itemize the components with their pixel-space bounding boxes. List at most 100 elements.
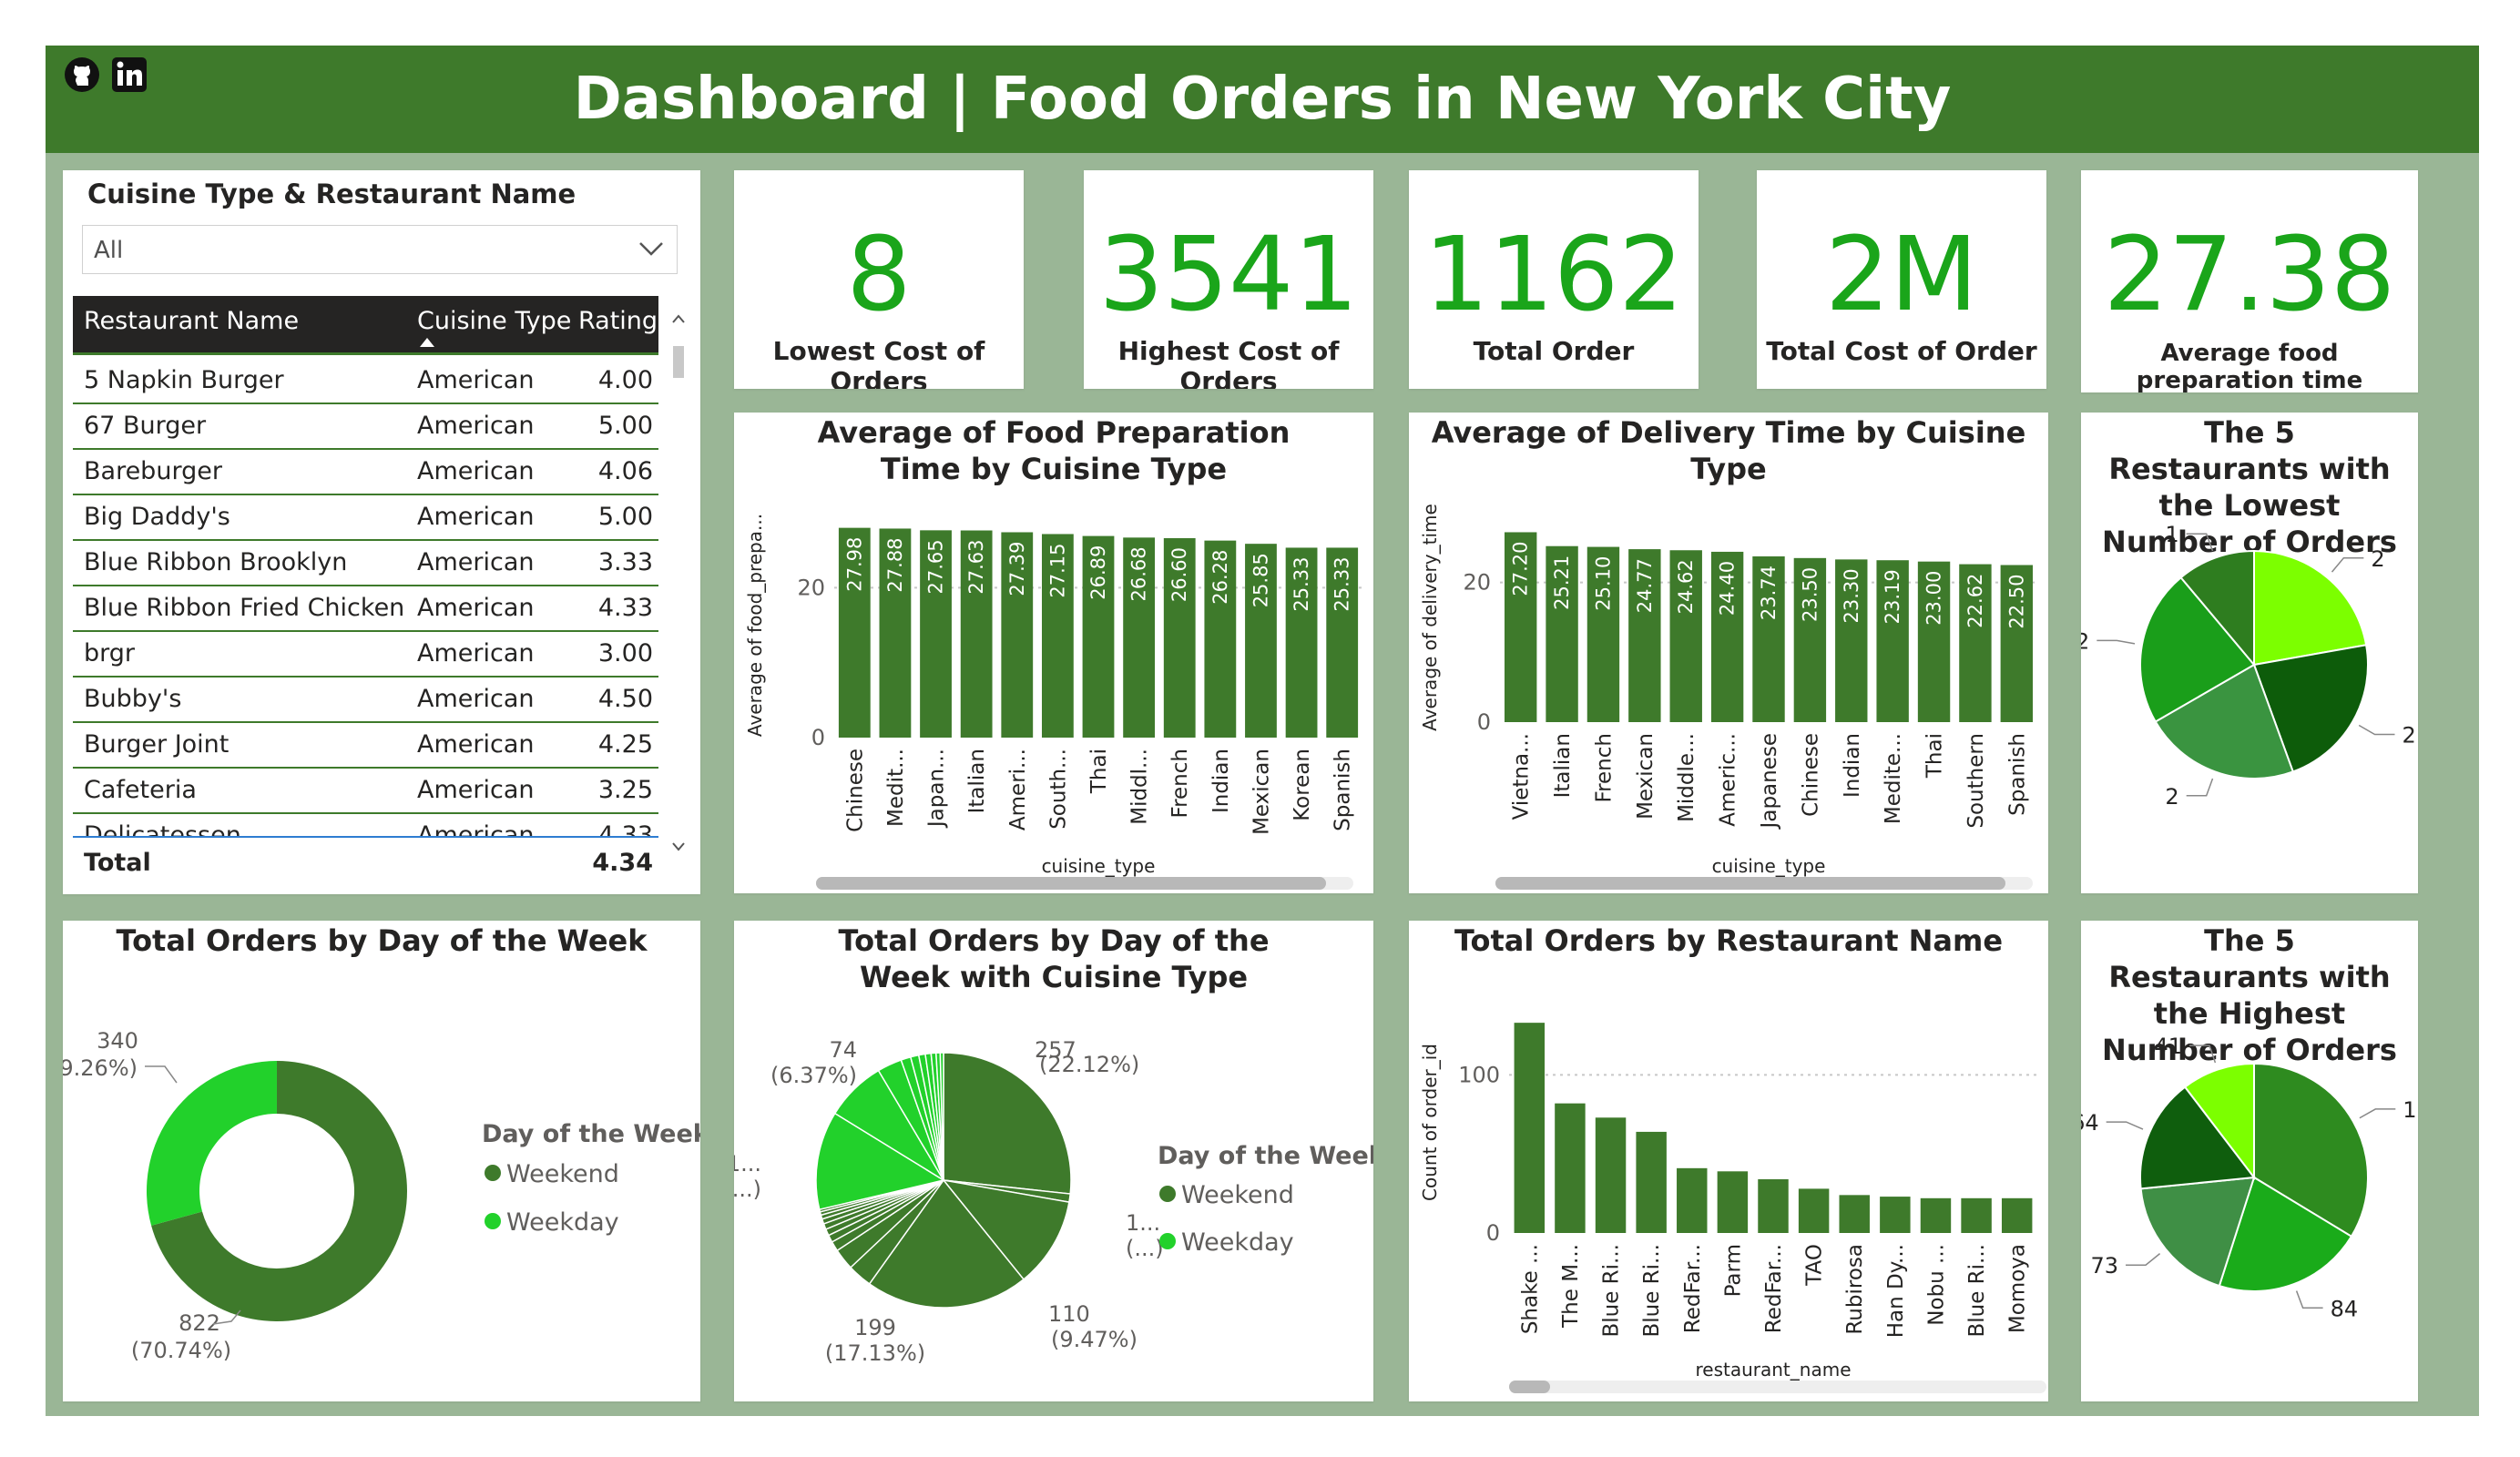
bar <box>1920 1197 1952 1233</box>
x-tick-label: Han Dy... <box>1884 1244 1908 1338</box>
scroll-thumb[interactable] <box>673 346 684 378</box>
bar-data-label: 24.40 <box>1717 561 1739 616</box>
chart-card-lowest-restaurants: The 5 Restaurants with the Lowest Number… <box>2081 413 2418 893</box>
cuisine-type-cell: American <box>417 457 535 485</box>
y-tick-label: 0 <box>1477 709 1491 735</box>
pie-data-label: 41 <box>2154 1034 2182 1059</box>
legend-item: Weekday <box>1181 1228 1294 1257</box>
x-tick-label: Americ... <box>1717 733 1740 827</box>
x-tick-label: Middle... <box>1675 733 1699 822</box>
bar-data-label: 27.88 <box>884 537 906 592</box>
donut-data-label: 822 <box>179 1310 220 1336</box>
bar-data-label: 27.15 <box>1046 543 1068 597</box>
donut-slice <box>146 1061 277 1226</box>
kpi-card-total-order: 1162 Total Order <box>1409 170 1699 389</box>
table-row[interactable]: Bareburger American 4.06 <box>73 448 658 495</box>
table-row[interactable]: brgr American 3.00 <box>73 630 658 678</box>
restaurant-name-cell: Bareburger <box>84 457 222 485</box>
kpi-value: 2M <box>1825 216 1978 334</box>
chart-card-prep-time: Average of Food Preparation Time by Cuis… <box>734 413 1373 893</box>
restaurant-name-cell: Big Daddy's <box>84 503 230 531</box>
bar-data-label: 25.21 <box>1551 555 1573 610</box>
restaurant-name-cell: 5 Napkin Burger <box>84 366 284 394</box>
x-tick-label: Chinese <box>1799 733 1822 817</box>
y-axis-label: Average of food_prepa... <box>744 514 766 737</box>
y-tick-label: 0 <box>1486 1220 1500 1246</box>
bar-data-label: 22.50 <box>2005 575 2027 629</box>
x-tick-label: Mexican <box>1250 749 1273 835</box>
table-row[interactable]: 67 Burger American 5.00 <box>73 402 658 450</box>
x-tick-label: Italian <box>965 749 989 813</box>
x-tick-label: Indian <box>1209 749 1233 813</box>
table-row[interactable]: Cafeteria American 3.25 <box>73 767 658 814</box>
leader-line <box>2359 1108 2396 1119</box>
y-tick-label: 100 <box>1458 1062 1500 1087</box>
table-row[interactable]: Bubby's American 4.50 <box>73 676 658 723</box>
restaurant-name-cell: 67 Burger <box>84 412 207 440</box>
x-tick-label: Medit... <box>884 749 908 827</box>
pie-data-pct: (22.12%) <box>1039 1052 1139 1077</box>
bar <box>1961 1197 1992 1233</box>
x-tick-label: Thai <box>1087 749 1111 794</box>
pie-data-label: 199 <box>854 1315 896 1340</box>
table-row[interactable]: Blue Ribbon Brooklyn American 3.33 <box>73 539 658 586</box>
chart-scrollbar-thumb[interactable] <box>1509 1381 1550 1393</box>
table-row[interactable]: Burger Joint American 4.25 <box>73 721 658 769</box>
bar-data-label: 25.85 <box>1250 553 1271 607</box>
table-row[interactable]: 5 Napkin Burger American 4.00 <box>73 357 658 404</box>
pie-data-label: 1 <box>2165 522 2178 547</box>
pie-data-label: 1... <box>734 1151 761 1177</box>
cuisine-type-cell: American <box>417 503 535 531</box>
kpi-value: 27.38 <box>2103 216 2396 334</box>
bar <box>2001 1197 2033 1233</box>
x-tick-label: RedFar... <box>1681 1244 1705 1333</box>
bar <box>1839 1195 1870 1233</box>
bar-data-label: 23.50 <box>1799 567 1821 622</box>
chart-scrollbar-thumb[interactable] <box>1495 877 2005 890</box>
pie-data-label: 2 <box>2403 723 2416 749</box>
chart-card-highest-restaurants: The 5 Restaurants with the Highest Numbe… <box>2081 921 2418 1401</box>
bar <box>1677 1167 1708 1233</box>
x-tick-label: Korean <box>1291 749 1314 821</box>
legend-marker <box>485 1165 501 1181</box>
rating-cell: 5.00 <box>597 503 653 531</box>
rating-cell: 4.50 <box>597 685 653 713</box>
rating-cell: 3.00 <box>597 639 653 667</box>
orders-by-restaurant-bar-chart: 0 100 Shake ... The M... Blue Ri... Blue Ri..… <box>1419 1023 2046 1393</box>
bar <box>1798 1188 1830 1233</box>
bar <box>1717 1171 1749 1233</box>
pie-data-label: 84 <box>2331 1296 2359 1321</box>
x-tick-label: Middl... <box>1128 749 1152 825</box>
leader-line <box>2186 778 2214 797</box>
cuisine-type-cell: American <box>417 594 535 622</box>
table-row[interactable]: Blue Ribbon Fried Chicken American 4.33 <box>73 585 658 632</box>
chart-scrollbar-thumb[interactable] <box>816 877 1326 890</box>
day-of-week-cuisine-pie-chart: 257(22.12%)1...(...)110(9.47%)199(17.13%… <box>734 1037 1373 1366</box>
scroll-up-icon[interactable] <box>668 310 689 328</box>
rating-cell: 3.33 <box>597 548 653 576</box>
y-tick-label: 20 <box>1463 570 1491 596</box>
scroll-down-icon[interactable] <box>668 838 689 856</box>
highest-restaurants-pie-chart: 133 84 73 64 41 <box>2081 1034 2418 1321</box>
leader-line <box>145 1065 178 1084</box>
x-axis-label: restaurant_name <box>1696 1359 1852 1381</box>
legend-item: Weekend <box>506 1160 619 1188</box>
total-label: Total <box>84 849 151 877</box>
x-tick-label: Nobu ... <box>1924 1244 1948 1326</box>
table-row[interactable]: Big Daddy's American 5.00 <box>73 494 658 541</box>
chart-card-orders-by-restaurant: Total Orders by Restaurant Name 0 100 Shak… <box>1409 921 2048 1401</box>
x-axis-label: cuisine_type <box>1042 855 1156 877</box>
cuisine-type-cell: American <box>417 366 535 394</box>
cuisine-type-cell: American <box>417 730 535 759</box>
x-tick-label: Medite... <box>1882 733 1905 824</box>
table-scrollbar[interactable] <box>668 310 689 856</box>
x-tick-label: Italian <box>1551 733 1575 798</box>
bar <box>1880 1197 1911 1233</box>
donut-data-pct: (70.74%) <box>131 1338 231 1363</box>
leader-line <box>2188 1044 2217 1064</box>
bar-data-label: 27.39 <box>1006 541 1028 596</box>
donut-data-pct: (29.26%) <box>63 1055 138 1081</box>
bar-data-label: 27.98 <box>843 537 865 592</box>
chart-scrollbar-track[interactable] <box>1509 1381 2046 1393</box>
table-row[interactable]: Delicatessen American 4.33 <box>73 812 658 836</box>
